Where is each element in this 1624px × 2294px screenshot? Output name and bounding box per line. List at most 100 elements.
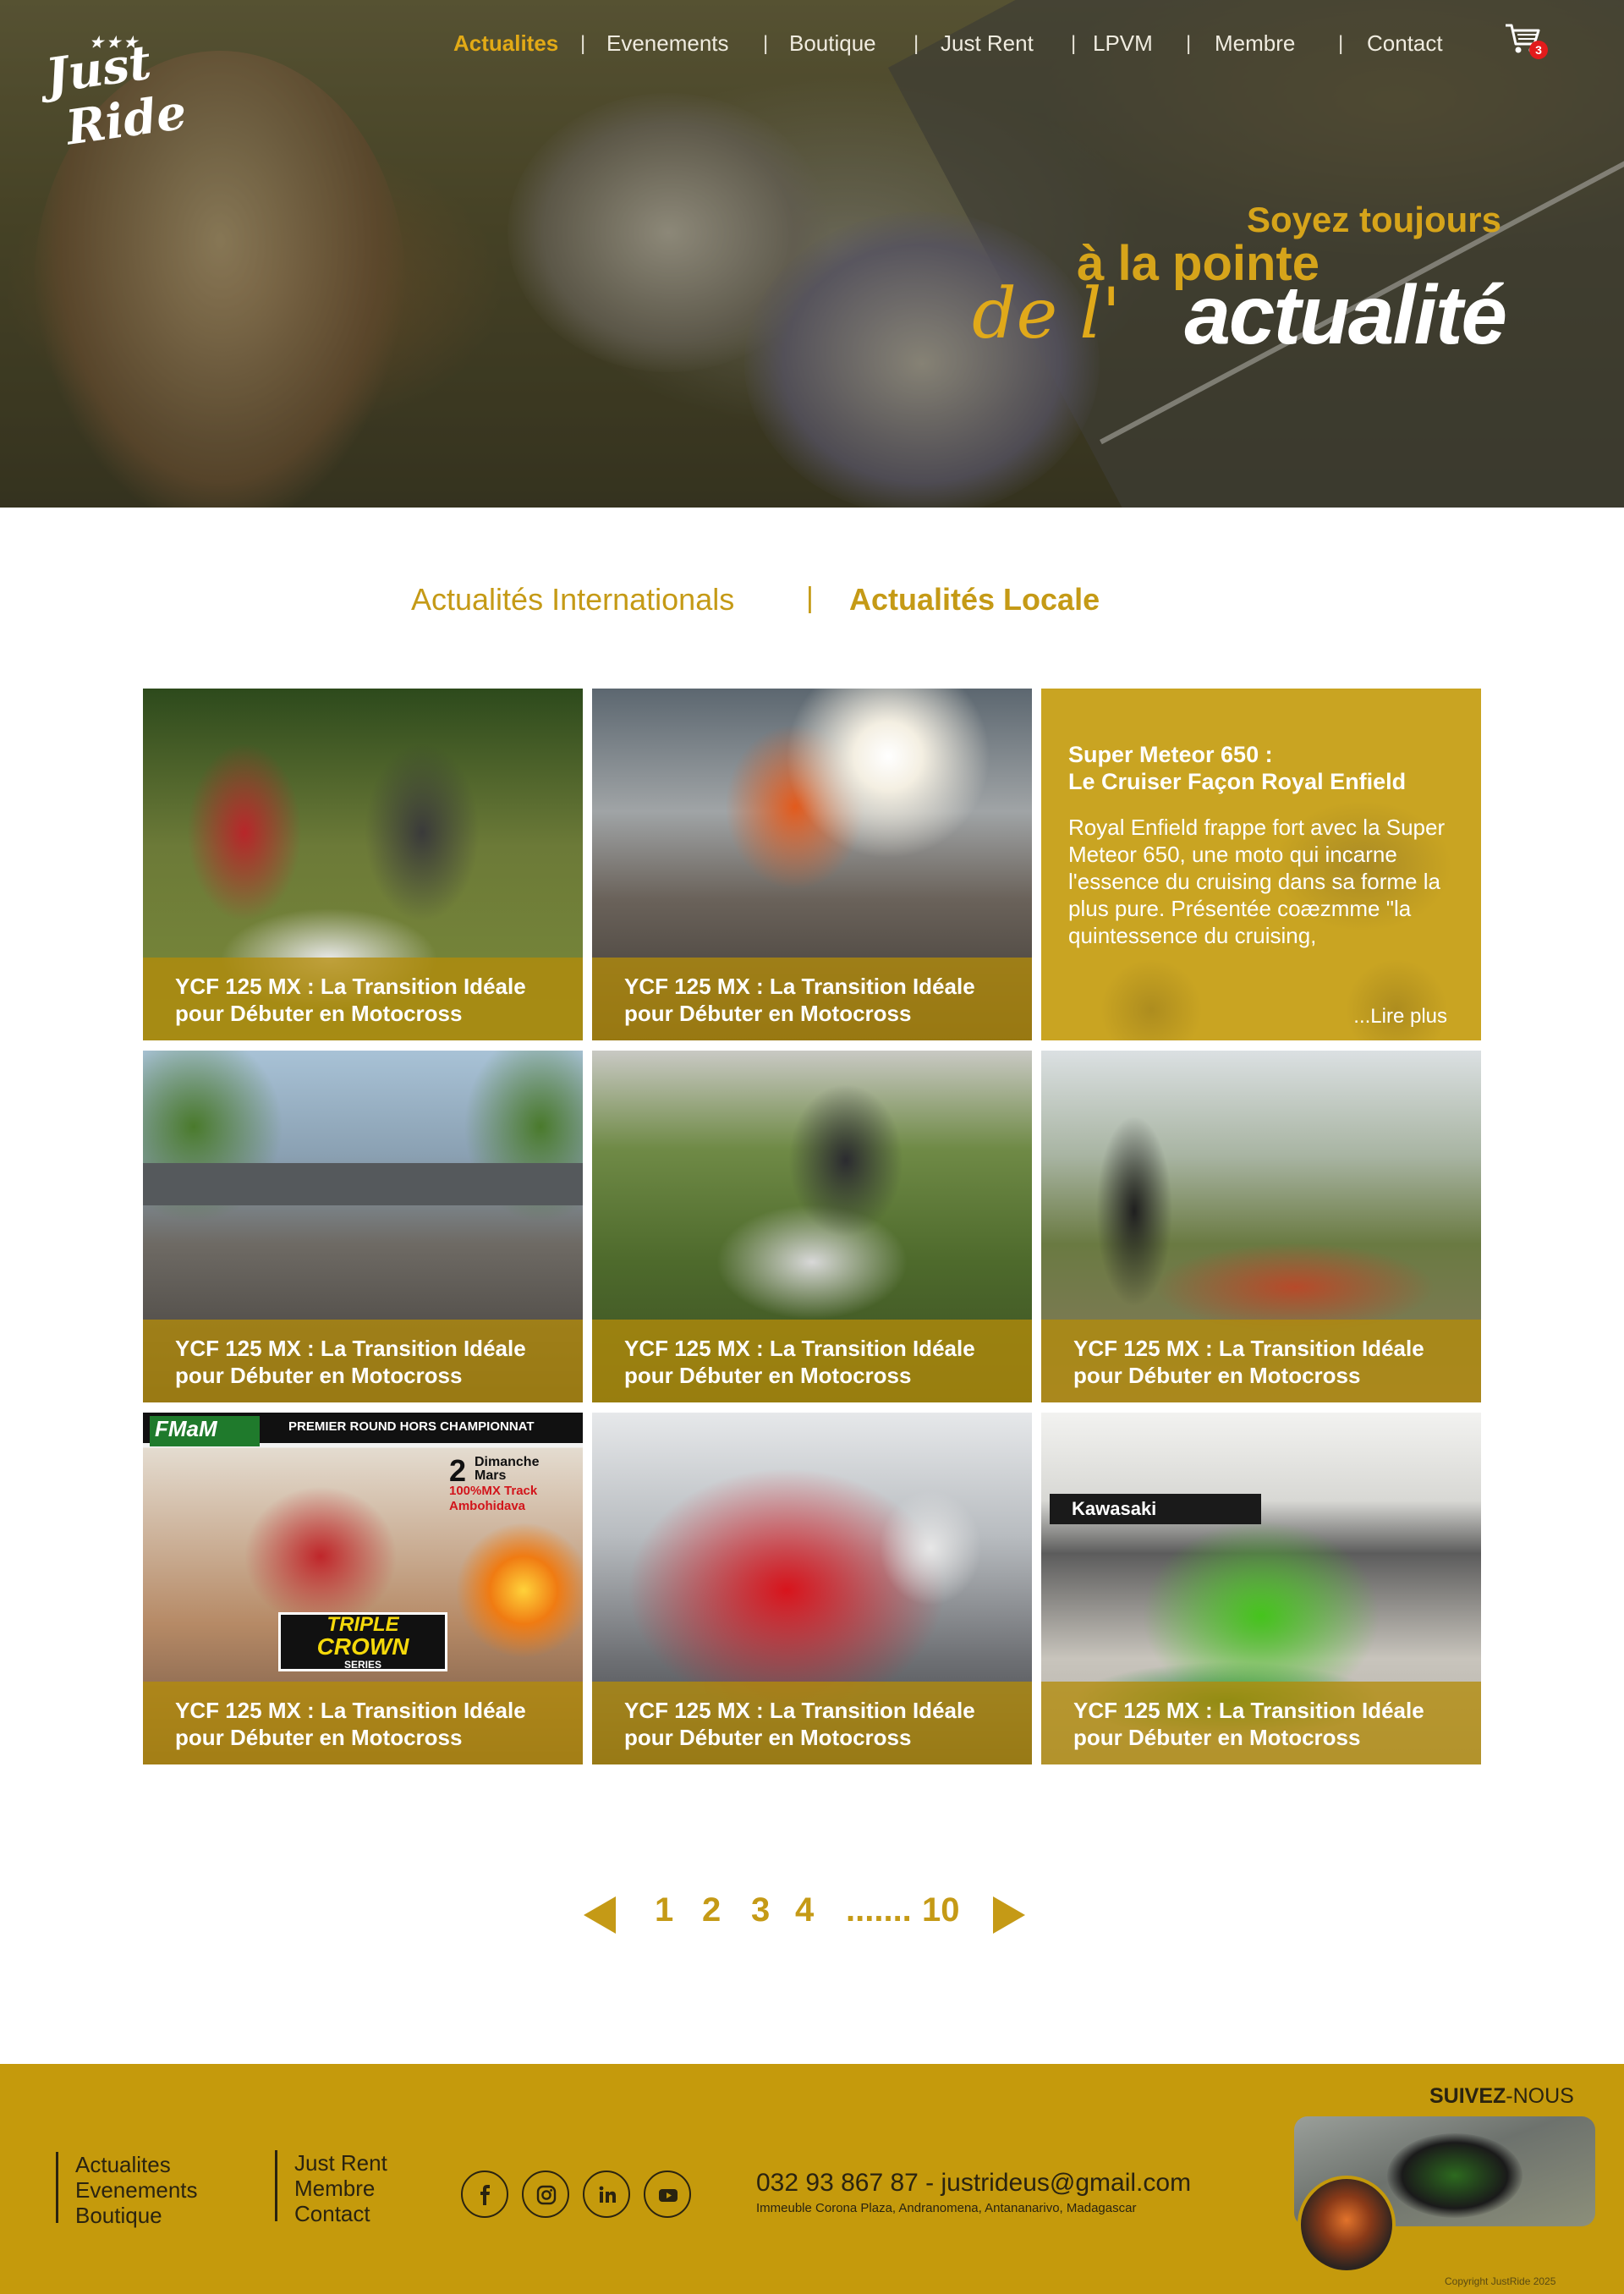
page-link[interactable]: 2 [702,1891,721,1929]
cart-count-badge: 3 [1529,41,1548,59]
page-link[interactable]: 3 [751,1891,770,1929]
article-title-line-2: pour Débuter en Motocross [624,1725,912,1750]
footer-link-just-rent[interactable]: Just Rent [294,2150,387,2176]
featured-title-line-2: Le Cruiser Façon Royal Enfield [1068,769,1407,794]
poster-header-text: PREMIER ROUND HORS CHAMPIONNAT [288,1419,535,1434]
nav-item-actualites[interactable]: Actualites [453,30,558,57]
article-grid: YCF 125 MX : La Transition Idéale pour D… [143,689,1481,1764]
article-title-line-2: pour Débuter en Motocross [175,1725,463,1750]
page-link[interactable]: 4 [795,1891,814,1929]
poster-track: 100%MX Track [449,1484,538,1498]
follow-us-bold: SUIVEZ [1429,2084,1506,2108]
footer-link-evenements[interactable]: Evenements [75,2177,198,2203]
next-page-icon[interactable] [993,1896,1025,1934]
footer-link-boutique[interactable]: Boutique [75,2203,198,2228]
footer-links-col-1: Actualites Evenements Boutique [56,2152,198,2228]
article-caption: YCF 125 MX : La Transition Idéale pour D… [143,1682,583,1764]
footer-contact: 032 93 867 87 - justrideus@gmail.com [756,2169,1192,2197]
nav-item-lpvm[interactable]: LPVM [1093,30,1153,57]
article-card[interactable]: YCF 125 MX : La Transition Idéale pour D… [143,689,583,1040]
pagination: 1 2 3 4 ....... 10 [0,1891,1624,1942]
article-caption: YCF 125 MX : La Transition Idéale pour D… [592,1320,1032,1402]
article-caption: YCF 125 MX : La Transition Idéale pour D… [143,1320,583,1402]
footer-link-actualites[interactable]: Actualites [75,2152,198,2177]
article-caption: YCF 125 MX : La Transition Idéale pour D… [592,958,1032,1040]
article-title-line-1: YCF 125 MX : La Transition Idéale [1073,1698,1424,1723]
poster-fmam-logo: FMaM [150,1416,260,1446]
footer-links-col-2: Just Rent Membre Contact [275,2150,387,2226]
article-title-line-2: pour Débuter en Motocross [175,1363,463,1388]
footer-link-membre[interactable]: Membre [294,2176,387,2201]
article-title-line-2: pour Débuter en Motocross [624,1001,912,1026]
article-card[interactable]: YCF 125 MX : La Transition Idéale pour D… [592,1413,1032,1764]
linkedin-icon[interactable] [583,2171,630,2218]
article-caption: YCF 125 MX : La Transition Idéale pour D… [592,1682,1032,1764]
article-title-line-2: pour Débuter en Motocross [175,1001,463,1026]
nav-item-just-rent[interactable]: Just Rent [941,30,1034,57]
nav-separator: | [1186,32,1192,55]
page-ellipsis: ....... [846,1891,912,1929]
nav-item-boutique[interactable]: Boutique [789,30,876,57]
facebook-icon[interactable] [461,2171,508,2218]
page-link[interactable]: 1 [655,1891,673,1929]
previous-page-icon[interactable] [584,1896,616,1934]
article-title-line-2: pour Débuter en Motocross [1073,1363,1361,1388]
nav-separator: | [914,32,919,55]
hero-title-line-1: Soyez toujours [1246,200,1501,239]
poster-place: Ambohidava [449,1499,526,1513]
footer-link-contact[interactable]: Contact [294,2201,387,2226]
article-card[interactable]: FMaM PREMIER ROUND HORS CHAMPIONNAT 2 Di… [143,1413,583,1764]
tab-local[interactable]: Actualités Locale [849,582,1100,617]
facebook-glyph [480,2185,490,2205]
article-title-line-1: YCF 125 MX : La Transition Idéale [624,1336,975,1361]
hero-title-line-3: de l' [972,274,1121,354]
copyright: Copyright JustRide 2025 [1445,2275,1556,2287]
featured-article-card[interactable]: Super Meteor 650 : Le Cruiser Façon Roya… [1041,689,1481,1040]
read-more-link[interactable]: ...Lire plus [1353,1005,1447,1029]
tab-separator: | [806,582,814,614]
cart-button[interactable]: 3 [1504,22,1548,64]
featured-title-line-1: Super Meteor 650 : [1068,742,1273,767]
poster-series-line-2: CROWN [316,1633,409,1660]
youtube-icon[interactable] [644,2171,691,2218]
article-caption: YCF 125 MX : La Transition Idéale pour D… [143,958,583,1040]
poster-date-month: Mars [475,1468,507,1483]
instagram-glyph [536,2185,557,2205]
instagram-icon[interactable] [522,2171,569,2218]
article-title-line-2: pour Débuter en Motocross [1073,1725,1361,1750]
youtube-glyph [659,2189,678,2202]
article-caption: YCF 125 MX : La Transition Idéale pour D… [1041,1320,1481,1402]
article-card[interactable]: YCF 125 MX : La Transition Idéale pour D… [592,689,1032,1040]
article-title-line-1: YCF 125 MX : La Transition Idéale [624,1698,975,1723]
article-card[interactable]: YCF 125 MX : La Transition Idéale pour D… [1041,1051,1481,1402]
article-card[interactable]: Kawasaki YCF 125 MX : La Transition Idéa… [1041,1413,1481,1764]
nav-separator: | [763,32,769,55]
tab-international[interactable]: Actualités Internationals [411,582,734,617]
nav-item-contact[interactable]: Contact [1367,30,1443,57]
hero-banner: ★★★ Just Ride Actualites | Evenements | … [0,0,1624,508]
follow-us-heading: SUIVEZ-NOUS [1429,2084,1574,2109]
footer: Actualites Evenements Boutique Just Rent… [0,2064,1624,2294]
article-title-line-1: YCF 125 MX : La Transition Idéale [624,974,975,999]
article-title-line-1: YCF 125 MX : La Transition Idéale [1073,1336,1424,1361]
hero-title-line-4: actualité [1184,268,1507,361]
article-title-line-1: YCF 125 MX : La Transition Idéale [175,974,526,999]
poster-series-line-1: TRIPLE [326,1613,399,1636]
nav-separator: | [1338,32,1344,55]
avatar[interactable] [1298,2176,1396,2274]
kawasaki-sign: Kawasaki [1050,1494,1261,1524]
article-card[interactable]: YCF 125 MX : La Transition Idéale pour D… [143,1051,583,1402]
nav-item-membre[interactable]: Membre [1215,30,1295,57]
footer-address: Immeuble Corona Plaza, Andranomena, Anta… [756,2201,1137,2215]
poster-series-logo: TRIPLE CROWN SERIES [278,1612,447,1671]
featured-excerpt: Royal Enfield frappe fort avec la Super … [1068,815,1446,948]
page-link-last[interactable]: 10 [922,1891,960,1929]
featured-title: Super Meteor 650 : Le Cruiser Façon Roya… [1068,741,1457,795]
hero-title: Soyez toujours à la pointe de l' actuali… [914,200,1507,369]
nav-item-evenements[interactable]: Evenements [606,30,729,57]
main-nav: Actualites | Evenements | Boutique | Jus… [0,30,1624,61]
article-title-line-1: YCF 125 MX : La Transition Idéale [175,1336,526,1361]
article-card[interactable]: YCF 125 MX : La Transition Idéale pour D… [592,1051,1032,1402]
follow-us-rest: -NOUS [1506,2084,1574,2108]
news-tabs: Actualités Internationals | Actualités L… [0,582,1624,624]
